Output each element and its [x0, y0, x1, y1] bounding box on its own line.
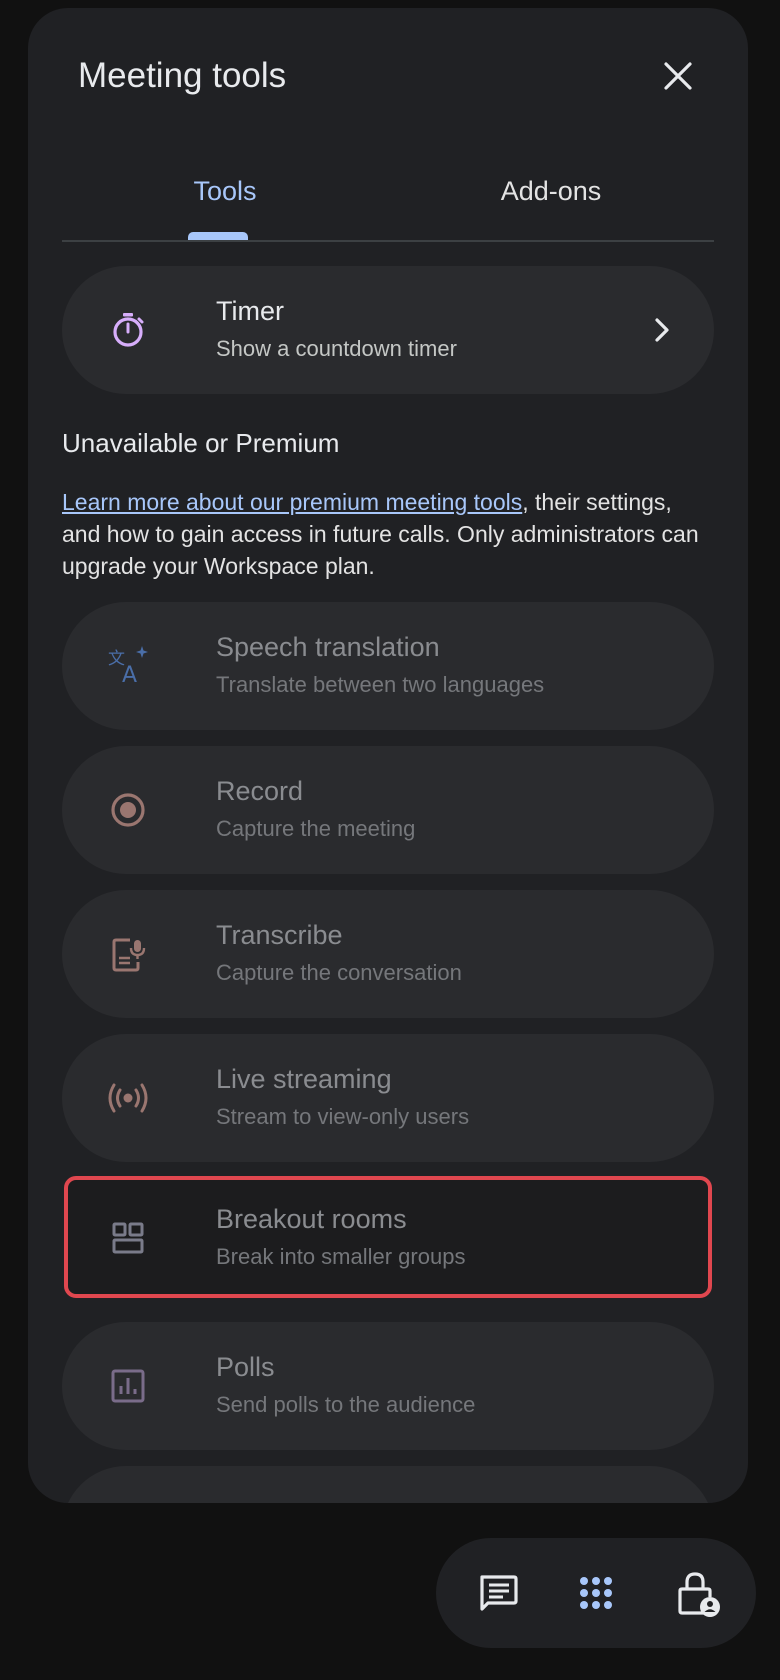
timer-item[interactable]: Timer Show a countdown timer — [62, 266, 714, 394]
chat-button[interactable] — [470, 1565, 526, 1621]
record-item[interactable]: Record Capture the meeting — [62, 746, 714, 874]
transcribe-subtitle: Capture the conversation — [216, 960, 462, 985]
translate-icon: 文 A — [104, 642, 152, 690]
bottom-control-bar — [436, 1538, 756, 1648]
timer-icon — [104, 306, 152, 354]
tab-tools[interactable]: Tools — [62, 158, 388, 242]
breakout-rooms-subtitle: Break into smaller groups — [216, 1244, 466, 1269]
live-streaming-title: Live streaming — [216, 1064, 392, 1094]
tab-bar: Tools Add-ons — [62, 158, 714, 242]
tab-add-ons[interactable]: Add-ons — [388, 158, 714, 242]
activities-button[interactable] — [568, 1565, 624, 1621]
polls-subtitle: Send polls to the audience — [216, 1392, 476, 1417]
unavailable-heading: Unavailable or Premium — [62, 428, 340, 458]
live-streaming-subtitle: Stream to view-only users — [216, 1104, 470, 1129]
svg-text:A: A — [122, 663, 137, 688]
host-controls-button[interactable] — [670, 1565, 726, 1621]
live-streaming-icon — [104, 1074, 152, 1122]
transcribe-item[interactable]: Transcribe Capture the conversation — [62, 890, 714, 1018]
meeting-tools-panel: Meeting tools Tools Add-ons Timer Show a… — [28, 8, 748, 1503]
close-button[interactable] — [654, 52, 702, 100]
close-icon — [664, 62, 692, 90]
polls-title: Polls — [216, 1352, 275, 1382]
breakout-rooms-icon — [104, 1214, 152, 1262]
breakout-rooms-title: Breakout rooms — [216, 1204, 407, 1234]
timer-subtitle: Show a countdown timer — [216, 336, 457, 361]
breakout-rooms-item[interactable]: Breakout rooms Break into smaller groups — [62, 1174, 714, 1302]
speech-translation-title: Speech translation — [216, 632, 440, 662]
chevron-right-icon — [655, 318, 669, 342]
panel-title: Meeting tools — [78, 56, 287, 95]
polls-item[interactable]: Polls Send polls to the audience — [62, 1322, 714, 1450]
transcribe-title: Transcribe — [216, 920, 343, 950]
speech-translation-subtitle: Translate between two languages — [216, 672, 545, 697]
record-icon — [104, 786, 152, 834]
record-subtitle: Capture the meeting — [216, 816, 416, 841]
unavailable-description: Learn more about our premium meeting too… — [62, 486, 702, 582]
apps-grid-icon — [580, 1577, 612, 1609]
tab-selected-indicator — [188, 232, 248, 240]
record-title: Record — [216, 776, 304, 806]
speech-translation-item[interactable]: 文 A Speech translation Translate between… — [62, 602, 714, 730]
polls-icon — [104, 1362, 152, 1410]
premium-tools-link[interactable]: Learn more about our premium meeting too… — [62, 489, 522, 515]
timer-title: Timer — [216, 296, 284, 326]
live-streaming-item[interactable]: Live streaming Stream to view-only users — [62, 1034, 714, 1162]
chat-icon — [480, 1575, 518, 1611]
host-controls-lock-icon — [678, 1572, 720, 1617]
next-tool-item-partial[interactable] — [62, 1466, 714, 1503]
transcribe-icon — [104, 930, 152, 978]
